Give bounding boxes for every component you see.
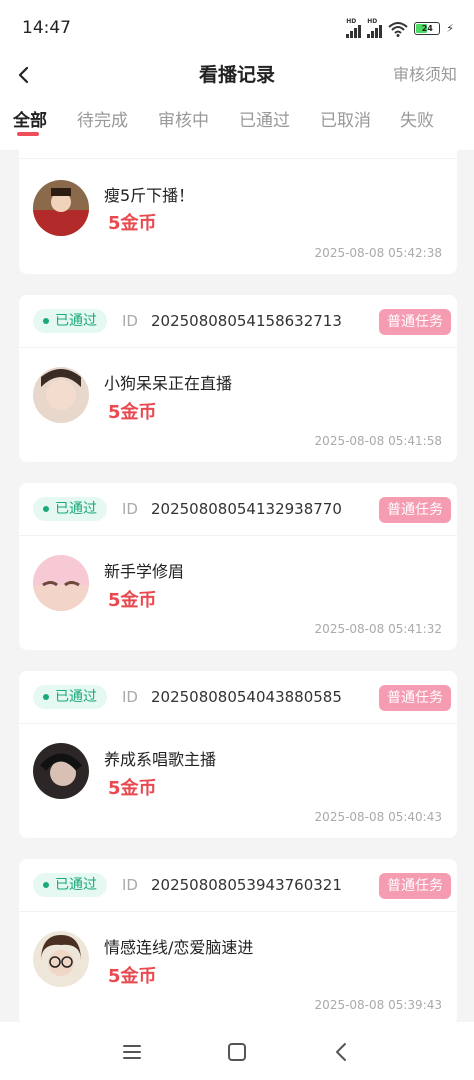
streamer-avatar	[33, 555, 89, 611]
tab-cancelled[interactable]: 已取消	[320, 106, 371, 131]
battery-icon: 24	[414, 22, 441, 35]
record-id: 20250808053943760321	[151, 876, 342, 894]
tab-all[interactable]: 全部	[13, 106, 47, 131]
record-id: 20250808054043880585	[151, 688, 342, 706]
streamer-avatar	[33, 180, 89, 236]
record-timestamp: 2025-08-08 05:41:32	[314, 622, 442, 636]
record-list[interactable]: 瘦5斤下播！ 5金币 2025-08-08 05:42:38 已通过 ID 20…	[0, 150, 474, 1022]
signal-icon: HD	[367, 18, 383, 38]
system-nav-bar	[0, 1022, 474, 1080]
record-card[interactable]: 瘦5斤下播！ 5金币 2025-08-08 05:42:38	[19, 150, 457, 274]
tab-approved[interactable]: 已通过	[239, 106, 290, 131]
task-type-tag: 普通任务	[379, 685, 451, 711]
tab-pending[interactable]: 待完成	[77, 106, 128, 131]
id-label: ID	[122, 500, 138, 518]
signal-icon: HD	[346, 18, 362, 38]
reward-amount: 5金币	[108, 966, 157, 987]
streamer-name: 新手学修眉	[104, 562, 185, 581]
home-icon[interactable]	[225, 1040, 249, 1064]
tab-bar: 全部 待完成 审核中 已通过 已取消 失败	[0, 106, 474, 150]
status-badge: 已通过	[33, 497, 107, 521]
task-type-tag: 普通任务	[379, 873, 451, 899]
charging-icon: ⚡	[446, 22, 454, 35]
record-id: 20250808054158632713	[151, 312, 342, 330]
status-icons: HD HD 24 ⚡	[346, 19, 454, 38]
record-card[interactable]: 已通过 ID 20250808053943760321 普通任务 情感连线/恋爱…	[19, 859, 457, 1022]
record-card[interactable]: 已通过 ID 20250808054132938770 普通任务 新手学修眉 5…	[19, 483, 457, 650]
streamer-avatar	[33, 367, 89, 423]
id-label: ID	[122, 688, 138, 706]
record-card[interactable]: 已通过 ID 20250808054158632713 普通任务 小狗呆呆正在直…	[19, 295, 457, 462]
record-id: 20250808054132938770	[151, 500, 342, 518]
record-header: 已通过 ID 20250808054132938770 普通任务	[19, 483, 457, 536]
streamer-name: 情感连线/恋爱脑速进	[104, 938, 254, 957]
reward-amount: 5金币	[108, 402, 157, 423]
hd-label: HD	[346, 18, 357, 25]
status-badge: 已通过	[33, 309, 107, 333]
id-label: ID	[122, 312, 138, 330]
header: 看播记录 审核须知 全部 待完成 审核中 已通过 已取消 失败	[0, 56, 474, 150]
streamer-avatar	[33, 743, 89, 799]
record-timestamp: 2025-08-08 05:42:38	[314, 246, 442, 260]
record-card[interactable]: 已通过 ID 20250808054043880585 普通任务 养成系唱歌主播…	[19, 671, 457, 838]
record-header: 已通过 ID 20250808053943760321 普通任务	[19, 859, 457, 912]
active-tab-indicator	[17, 132, 39, 136]
task-type-tag: 普通任务	[379, 497, 451, 523]
id-label: ID	[122, 876, 138, 894]
menu-icon[interactable]	[120, 1040, 144, 1064]
status-badge: 已通过	[33, 873, 107, 897]
reward-amount: 5金币	[108, 590, 157, 611]
task-type-tag: 普通任务	[379, 309, 451, 335]
record-timestamp: 2025-08-08 05:39:43	[314, 998, 442, 1012]
review-notice-link[interactable]: 审核须知	[393, 61, 457, 85]
back-icon[interactable]	[330, 1040, 354, 1064]
record-timestamp: 2025-08-08 05:41:58	[314, 434, 442, 448]
record-timestamp: 2025-08-08 05:40:43	[314, 810, 442, 824]
hd-label: HD	[367, 18, 378, 25]
tab-reviewing[interactable]: 审核中	[158, 106, 209, 131]
status-bar: 14:47 HD HD 24 ⚡	[0, 0, 474, 56]
reward-amount: 5金币	[108, 778, 157, 799]
streamer-name: 小狗呆呆正在直播	[104, 374, 233, 393]
status-time: 14:47	[22, 18, 71, 38]
record-header: 已通过 ID 20250808054043880585 普通任务	[19, 671, 457, 724]
wifi-icon	[388, 21, 408, 37]
streamer-name: 养成系唱歌主播	[104, 750, 217, 769]
tab-failed[interactable]: 失败	[400, 106, 434, 131]
battery-level: 24	[421, 24, 433, 33]
record-header: 已通过 ID 20250808054158632713 普通任务	[19, 295, 457, 348]
status-badge: 已通过	[33, 685, 107, 709]
streamer-avatar	[33, 931, 89, 987]
reward-amount: 5金币	[108, 213, 157, 234]
streamer-name: 瘦5斤下播！	[104, 186, 195, 205]
